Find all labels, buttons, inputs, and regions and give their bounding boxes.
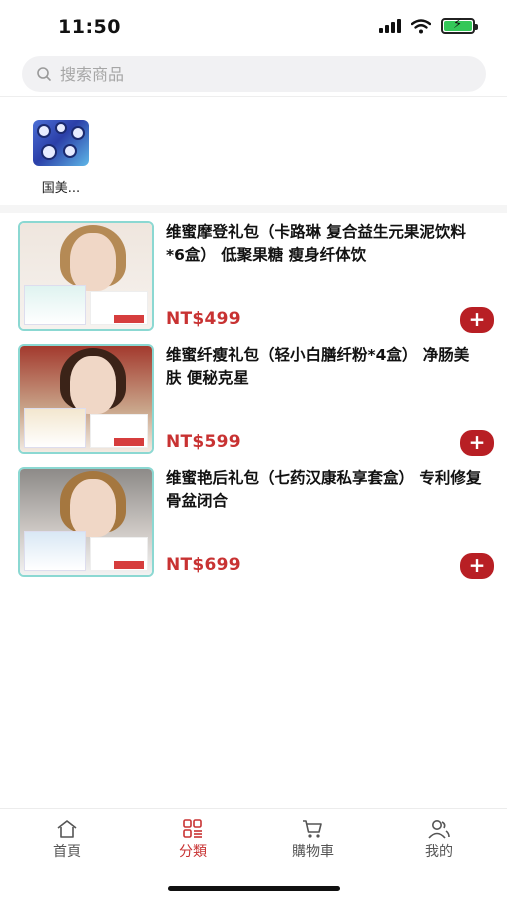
tab-label: 首頁 xyxy=(53,844,81,860)
product-image[interactable] xyxy=(18,221,154,331)
home-indicator xyxy=(168,886,340,891)
wifi-icon xyxy=(411,18,431,33)
search-bar[interactable] xyxy=(22,56,486,92)
product-image[interactable] xyxy=(18,467,154,577)
battery-icon: ⚡ xyxy=(441,17,478,34)
plus-icon: + xyxy=(468,430,486,454)
product-card[interactable]: 维蜜摩登礼包（卡路琳 复合益生元果泥饮料*6盒） 低聚果糖 瘦身纤体饮 NT$4… xyxy=(18,221,494,333)
search-input[interactable] xyxy=(60,64,440,84)
plus-icon: + xyxy=(468,553,486,577)
product-card[interactable]: 维蜜艳后礼包（七药汉康私享套盒） 专利修复骨盆闭合 NT$699 + xyxy=(18,467,494,579)
category-grid-icon xyxy=(183,819,202,838)
tab-label: 我的 xyxy=(425,844,453,860)
product-price: NT$499 xyxy=(166,309,241,329)
product-title[interactable]: 维蜜艳后礼包（七药汉康私享套盒） 专利修复骨盆闭合 xyxy=(166,467,484,513)
tab-home[interactable]: 首頁 xyxy=(22,819,112,861)
product-image[interactable] xyxy=(18,344,154,454)
status-time: 11:50 xyxy=(58,16,121,38)
search-icon xyxy=(37,67,51,81)
status-bar: 11:50 ⚡ xyxy=(0,0,507,54)
add-to-cart-button[interactable]: + xyxy=(460,553,494,579)
product-card[interactable]: 维蜜纤瘦礼包（轻小白膳纤粉*4盒） 净肠美肤 便秘克星 NT$599 + xyxy=(18,344,494,456)
category-item[interactable]: 国美... xyxy=(28,120,94,196)
product-title[interactable]: 维蜜纤瘦礼包（轻小白膳纤粉*4盒） 净肠美肤 便秘克星 xyxy=(166,344,484,390)
category-label: 国美... xyxy=(41,181,81,196)
tab-cart[interactable]: 購物車 xyxy=(268,819,358,861)
add-to-cart-button[interactable]: + xyxy=(460,430,494,456)
add-to-cart-button[interactable]: + xyxy=(460,307,494,333)
tab-label: 分類 xyxy=(179,844,207,860)
tab-label: 購物車 xyxy=(292,844,334,860)
product-price: NT$599 xyxy=(166,432,241,452)
plus-icon: + xyxy=(468,307,486,331)
tab-category[interactable]: 分類 xyxy=(148,819,238,861)
product-price: NT$699 xyxy=(166,555,241,575)
cellular-signal-icon xyxy=(379,19,401,33)
home-icon xyxy=(57,820,77,838)
divider xyxy=(0,96,507,97)
cart-icon xyxy=(303,820,322,838)
product-title[interactable]: 维蜜摩登礼包（卡路琳 复合益生元果泥饮料*6盒） 低聚果糖 瘦身纤体饮 xyxy=(166,221,484,267)
section-divider xyxy=(0,205,507,213)
tab-profile[interactable]: 我的 xyxy=(394,819,484,861)
user-icon xyxy=(428,820,450,839)
status-icons: ⚡ xyxy=(379,17,478,34)
category-thumbnail xyxy=(33,120,89,166)
